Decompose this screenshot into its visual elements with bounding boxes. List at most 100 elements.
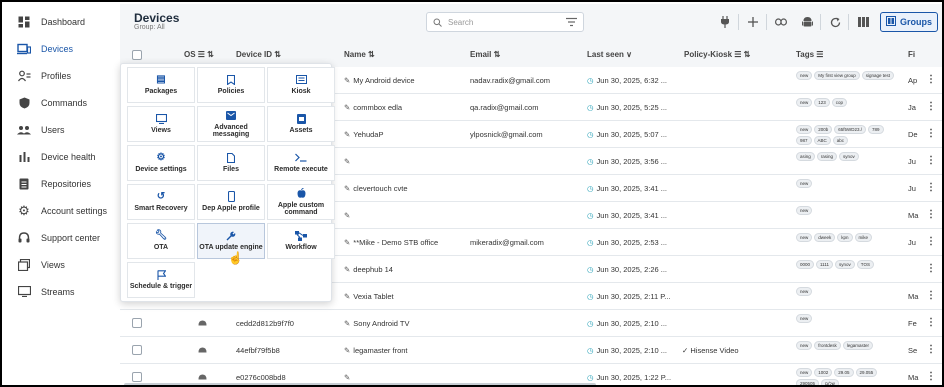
pencil-icon[interactable]: ✎ [344,319,350,328]
pencil-icon[interactable]: ✎ [344,130,350,139]
tag-chip[interactable]: legamaster [842,341,874,350]
refresh-icon[interactable] [827,14,843,30]
name-cell[interactable]: ✎ [344,157,464,166]
row-menu-icon[interactable]: ⋮ [926,155,936,166]
tag-chip[interactable]: new [796,368,813,377]
tag-chip[interactable]: שלום [821,379,839,385]
tag-chip[interactable]: ABC [813,136,831,145]
tag-chip[interactable]: new [796,233,813,242]
menu-tile-remote-execute[interactable]: Remote execute [267,145,335,181]
tag-chip[interactable]: new [796,98,813,107]
row-checkbox[interactable] [132,372,142,382]
menu-tile-workflow[interactable]: Workflow [267,223,335,259]
column-os[interactable]: OS ☰ ⇅ [184,50,214,59]
pencil-icon[interactable]: ✎ [344,292,350,301]
tag-chip[interactable]: new [796,179,813,188]
row-menu-icon[interactable]: ⋮ [926,317,936,328]
name-cell[interactable]: ✎ **Mike - Demo STB office [344,238,464,247]
name-cell[interactable]: ✎ [344,211,464,220]
groups-button[interactable]: Groups [880,12,938,32]
tag-chip[interactable]: 290505 [796,379,820,385]
pencil-icon[interactable]: ✎ [344,184,350,193]
tag-chip[interactable]: kpn [837,233,853,242]
row-menu-icon[interactable]: ⋮ [926,101,936,112]
pencil-icon[interactable]: ✎ [344,103,350,112]
pencil-icon[interactable]: ✎ [344,211,350,220]
android-icon[interactable] [799,14,815,30]
menu-tile-dep-apple-profile[interactable]: Dep Apple profile [197,184,265,220]
menu-tile-schedule-trigger[interactable]: Schedule & trigger [127,262,195,298]
tag-chip[interactable]: TOS [856,260,874,269]
search-input[interactable]: Search [426,12,584,32]
tag-chip[interactable]: 200b [814,125,833,134]
name-cell[interactable]: ✎ clevertouch cvte [344,184,464,193]
name-cell[interactable]: ✎ legamaster front [344,346,464,355]
menu-tile-smart-recovery[interactable]: ↺ Smart Recovery [127,184,195,220]
sidebar-item-users[interactable]: Users [4,116,118,143]
row-menu-icon[interactable]: ⋮ [926,74,936,85]
tag-chip[interactable]: 1002 [814,368,833,377]
link-icon[interactable] [773,14,789,30]
tag-chip[interactable]: My first view group [814,71,860,80]
sidebar-item-views[interactable]: Views [4,251,118,278]
row-checkbox[interactable] [132,345,142,355]
name-cell[interactable]: ✎ YehudaP [344,130,464,139]
row-menu-icon[interactable]: ⋮ [926,263,936,274]
filter-icon[interactable] [566,17,577,27]
menu-tile-files[interactable]: Files [197,145,265,181]
tag-chip[interactable]: synov [835,260,855,269]
column-name[interactable]: Name ⇅ [344,50,375,59]
tag-chip[interactable]: signage test [861,71,895,80]
tag-chip[interactable]: asing [796,152,815,161]
sidebar-item-account-settings[interactable]: ⚙ Account settings [4,197,118,224]
row-menu-icon[interactable]: ⋮ [926,128,936,139]
menu-tile-assets[interactable]: Assets [267,106,335,142]
name-cell[interactable]: ✎ My Android device [344,76,464,85]
menu-tile-advanced-messaging[interactable]: Advanced messaging [197,106,265,142]
row-menu-icon[interactable]: ⋮ [926,236,936,247]
menu-tile-apple-custom-command[interactable]: Apple custom command [267,184,335,220]
tag-chip[interactable]: synov [839,152,859,161]
row-checkbox[interactable] [132,318,142,328]
column-policy-kiosk[interactable]: Policy-Kiosk ☰ ⇅ [684,50,750,59]
tag-chip[interactable]: new [796,125,813,134]
select-all-checkbox[interactable] [132,50,142,60]
menu-tile-packages[interactable]: ▤ Packages [127,67,195,103]
pencil-icon[interactable]: ✎ [344,346,350,355]
table-row[interactable]: cedd2d812b9f7f0 ✎ Sony Android TV ◷ Jun 30, … [120,310,942,337]
sidebar-item-repositories[interactable]: Repositories [4,170,118,197]
pencil-icon[interactable]: ✎ [344,76,350,85]
row-menu-icon[interactable]: ⋮ [926,290,936,301]
plug-icon[interactable] [717,14,733,30]
pencil-icon[interactable]: ✎ [344,157,350,166]
tag-chip[interactable]: mike [854,233,873,242]
column-last-seen[interactable]: Last seen ∨ [587,50,632,59]
row-menu-icon[interactable]: ⋮ [926,371,936,382]
tag-chip[interactable]: 29.055 [855,368,878,377]
name-cell[interactable]: ✎ commbox edla [344,103,464,112]
tag-chip[interactable]: new [796,341,813,350]
sidebar-item-device-health[interactable]: Device health [4,143,118,170]
pencil-icon[interactable]: ✎ [344,265,350,274]
menu-tile-views[interactable]: Views [127,106,195,142]
tag-chip[interactable]: 789 [868,125,884,134]
add-icon[interactable] [745,14,761,30]
tag-chip[interactable]: cop [831,98,848,107]
sidebar-item-support-center[interactable]: Support center [4,224,118,251]
tag-chip[interactable]: 0000 [796,260,815,269]
tag-chip[interactable]: abc [832,136,849,145]
sidebar-item-profiles[interactable]: Profiles [4,62,118,89]
tag-chip[interactable]: 1111 [816,260,834,269]
tag-chip[interactable]: new [796,206,813,215]
sidebar-item-streams[interactable]: Streams [4,278,118,305]
column-email[interactable]: Email ⇅ [470,50,500,59]
name-cell[interactable]: ✎ deephub 14 [344,265,464,274]
row-menu-icon[interactable]: ⋮ [926,344,936,355]
tag-chip[interactable]: 65f5WD23./ [834,125,867,134]
tag-chip[interactable]: dweek [814,233,836,242]
name-cell[interactable]: ✎ Sony Android TV [344,319,464,328]
tag-chip[interactable]: new [796,71,813,80]
tag-chip[interactable]: 123 [814,98,830,107]
row-menu-icon[interactable]: ⋮ [926,182,936,193]
menu-tile-policies[interactable]: Policies [197,67,265,103]
